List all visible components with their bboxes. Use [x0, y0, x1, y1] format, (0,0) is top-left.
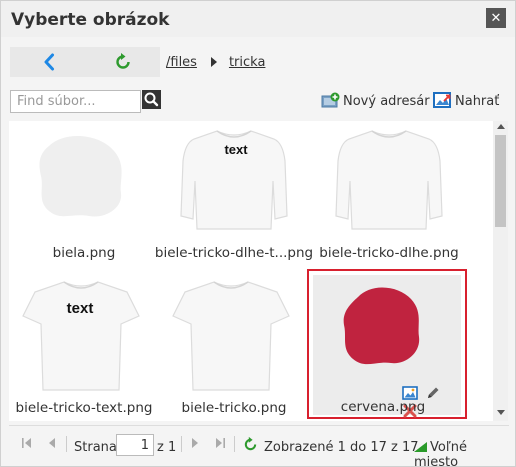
breadcrumb-root-link[interactable]: /files: [166, 55, 197, 70]
divider: [66, 436, 67, 452]
search-icon: [144, 92, 159, 107]
dialog-title: Vyberte obrázok: [11, 10, 170, 30]
new-folder-button[interactable]: Nový adresár: [321, 92, 430, 109]
upload-button[interactable]: Nahrať: [433, 92, 499, 109]
thumbnail-text: text: [67, 300, 94, 317]
file-browser-dialog: Vyberte obrázok ✕ /files tricka Nový adre…: [0, 0, 516, 467]
last-page-icon[interactable]: [214, 437, 226, 449]
page-count-label: z 1: [157, 440, 177, 455]
thumbnail-background: [313, 275, 461, 418]
close-button[interactable]: ✕: [486, 8, 506, 28]
breadcrumb-separator-icon: [210, 57, 217, 67]
file-tile[interactable]: biela.png: [9, 121, 159, 271]
refresh-icon[interactable]: [113, 52, 133, 72]
page-label: Strana: [74, 440, 117, 455]
breadcrumb: /files tricka: [166, 55, 265, 70]
image-thumbnail: text: [22, 281, 140, 391]
new-folder-icon: [321, 92, 340, 108]
breadcrumb-current-link[interactable]: tricka: [229, 55, 265, 70]
file-tile[interactable]: biele-tricko-dlhe.png: [314, 121, 464, 271]
file-name: biele-tricko-dlhe.png: [319, 245, 459, 261]
file-grid: biela.png text biele-tricko-dlhe-t...png…: [9, 121, 493, 421]
file-name: biele-tricko.png: [181, 400, 287, 416]
search-input[interactable]: [10, 90, 141, 113]
file-name: cervena.png: [340, 399, 426, 415]
pagination-status: Zobrazené 1 do 17 z 17: [264, 440, 419, 455]
file-tile-selected[interactable]: cervena.png: [307, 269, 467, 419]
vertical-scrollbar[interactable]: [493, 121, 508, 421]
divider: [181, 436, 182, 452]
divider: [234, 436, 235, 452]
previous-page-icon[interactable]: [46, 437, 58, 449]
scroll-up-arrow-icon[interactable]: [497, 124, 505, 129]
file-name: biele-tricko-text.png: [15, 400, 153, 416]
page-number-input[interactable]: [116, 434, 154, 456]
next-page-icon[interactable]: [189, 437, 201, 449]
navigation-bar: [10, 47, 160, 77]
image-thumbnail: text: [180, 130, 288, 230]
scroll-down-arrow-icon[interactable]: [497, 410, 505, 415]
scrollbar-thumb[interactable]: [495, 135, 506, 227]
back-arrow-icon[interactable]: [40, 52, 60, 72]
file-tile[interactable]: text biele-tricko-dlhe-t...png: [155, 121, 313, 271]
close-icon: ✕: [490, 10, 502, 25]
new-folder-label: Nový adresár: [343, 94, 430, 109]
search-button[interactable]: [142, 90, 161, 109]
image-thumbnail: [335, 130, 443, 230]
file-name: biela.png: [52, 245, 116, 261]
refresh-icon[interactable]: [242, 436, 259, 453]
first-page-icon[interactable]: [21, 437, 33, 449]
file-tile[interactable]: biele-tricko.png: [159, 276, 309, 421]
upload-label: Nahrať: [455, 94, 500, 109]
free-space-indicator: Voľné miesto: [414, 440, 509, 467]
image-thumbnail: [172, 281, 290, 391]
file-tile[interactable]: text biele-tricko-text.png: [9, 276, 159, 421]
image-thumbnail: [343, 287, 420, 365]
free-space-icon: [414, 442, 427, 452]
image-thumbnail: [39, 135, 122, 217]
thumbnail-text: text: [224, 142, 248, 157]
upload-image-icon: [433, 92, 451, 108]
pagination-bar: Strana z 1 Zobrazené 1 do 17 z 17 Voľné …: [9, 425, 509, 467]
title-bar: Vyberte obrázok ✕: [1, 1, 515, 37]
file-name: biele-tricko-dlhe-t...png: [154, 245, 314, 261]
